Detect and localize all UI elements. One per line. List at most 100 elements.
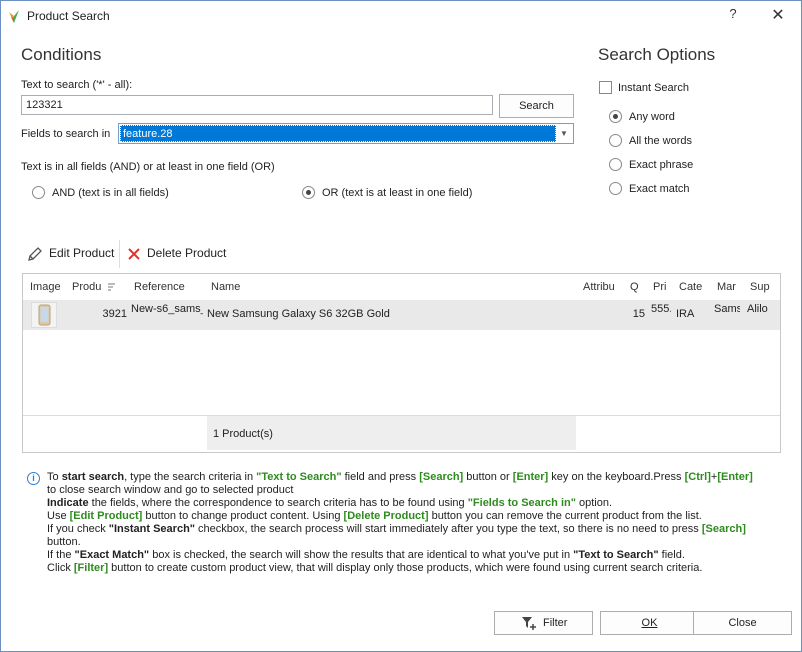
column-header-quantity[interactable]: Q [630, 281, 640, 293]
table-row[interactable]: 3921 New-s6_sams_ New Samsung Galaxy S6 … [23, 300, 780, 330]
column-header-image[interactable]: Image [30, 281, 64, 293]
help-line: to close search window and go to selecte… [47, 484, 787, 497]
help-line: button. [47, 536, 787, 549]
all-words-label: All the words [629, 135, 692, 147]
help-text-fragment: Use [47, 510, 70, 522]
instant-search-checkbox[interactable] [599, 81, 612, 94]
logic-label: Text is in all fields (AND) or at least … [21, 161, 275, 173]
help-text-fragment: To [47, 471, 62, 483]
edit-product-button[interactable]: Edit Product [27, 243, 117, 267]
title-bar: Product Search ? ✕ [1, 1, 801, 31]
column-header-reference[interactable]: Reference [134, 281, 206, 293]
exact-match-radio[interactable] [609, 182, 622, 195]
help-keyword: [Filter] [73, 562, 109, 574]
help-text-fragment: button to change product content. Using [142, 510, 344, 522]
column-header-supplier[interactable]: Sup [750, 281, 776, 293]
app-logo-icon [9, 10, 19, 23]
text-to-search-label: Text to search ('*' - all): [21, 79, 133, 91]
help-text-lines: To start search, type the search criteri… [47, 471, 787, 575]
help-emphasis: "Text to Search" [573, 549, 659, 561]
cell-quantity: 15 [632, 308, 645, 320]
or-radio-label: OR (text is at least in one field) [322, 187, 473, 199]
conditions-heading: Conditions [21, 45, 102, 64]
cell-category: IRA [676, 308, 695, 320]
delete-product-button[interactable]: Delete Product [126, 243, 236, 267]
help-line: To start search, type the search criteri… [47, 471, 787, 484]
products-grid[interactable]: Image Produ Reference Name Attribu Q Pri… [22, 273, 781, 453]
help-keyword: [Edit Product] [69, 510, 143, 522]
cell-supplier: Alilo [747, 303, 768, 315]
phone-thumbnail-icon [38, 304, 51, 326]
filter-button[interactable]: Filter [494, 611, 593, 635]
search-options-heading: Search Options [598, 45, 716, 64]
cell-manufacturer: Sams [714, 303, 740, 315]
close-button[interactable]: Close [693, 611, 792, 635]
product-image [31, 302, 57, 328]
column-header-name[interactable]: Name [211, 281, 411, 293]
help-text-fragment: to close search window and go to selecte… [47, 484, 294, 496]
help-keyword: [Search] [419, 471, 464, 483]
exact-phrase-radio[interactable] [609, 158, 622, 171]
help-text-fragment: button you can remove the current produc… [428, 510, 702, 522]
help-text-fragment: checkbox, the search process will start … [195, 523, 702, 535]
window-close-button[interactable]: ✕ [767, 5, 789, 27]
all-words-radio[interactable] [609, 134, 622, 147]
filter-icon [522, 617, 536, 630]
help-text-fragment: box is checked, the search will show the… [149, 549, 574, 561]
help-button[interactable]: ? [723, 6, 743, 26]
help-keyword: "Text to Search" [256, 471, 342, 483]
help-keyword: [Enter] [512, 471, 549, 483]
filter-button-label: Filter [543, 617, 568, 629]
chevron-down-icon[interactable]: ▼ [557, 126, 571, 141]
help-line: If the "Exact Match" box is checked, the… [47, 549, 787, 562]
and-radio-label: AND (text is in all fields) [52, 187, 169, 199]
column-header-manufacturer[interactable]: Mar [717, 281, 741, 293]
column-header-product-id[interactable]: Produ [72, 281, 104, 293]
help-emphasis: start search [61, 471, 125, 483]
help-line: Indicate the fields, where the correspon… [47, 497, 787, 510]
search-text-input[interactable]: 123321 [21, 95, 493, 115]
help-text-fragment: option. [575, 497, 613, 509]
exact-match-label: Exact match [629, 183, 690, 195]
or-radio[interactable] [302, 186, 315, 199]
exact-phrase-label: Exact phrase [629, 159, 694, 171]
delete-x-icon [128, 248, 140, 260]
help-text-fragment: , type the search criteria in [124, 471, 257, 483]
cell-reference: New-s6_sams_ [131, 303, 203, 315]
product-count: 1 Product(s) [213, 428, 273, 440]
help-text-fragment: button. [47, 536, 81, 548]
column-header-category[interactable]: Cate [679, 281, 707, 293]
pencil-icon [28, 247, 42, 261]
help-line: Click [Filter] button to create custom p… [47, 562, 787, 575]
help-keyword: [Delete Product] [343, 510, 429, 522]
help-line: Use [Edit Product] button to change prod… [47, 510, 787, 523]
info-icon: i [27, 472, 40, 485]
help-text-fragment: field and press [341, 471, 420, 483]
help-text-fragment: If you check [47, 523, 109, 535]
help-text-fragment: If the [47, 549, 75, 561]
instant-search-label: Instant Search [618, 82, 689, 94]
edit-product-label: Edit Product [49, 246, 115, 260]
window-title: Product Search [27, 9, 110, 23]
any-word-radio[interactable] [609, 110, 622, 123]
fields-to-search-combo[interactable]: feature.28 ▼ [118, 123, 574, 144]
and-radio[interactable] [32, 186, 45, 199]
help-keyword: [Ctrl] [684, 471, 711, 483]
help-text-fragment: Click [47, 562, 74, 574]
help-emphasis: Indicate [47, 497, 89, 509]
fields-selected-value: feature.28 [120, 125, 556, 142]
ok-button[interactable]: OK [600, 611, 699, 635]
search-button[interactable]: Search [499, 94, 574, 118]
column-header-price[interactable]: Pri [653, 281, 671, 293]
help-text-fragment: button to create custom product view, th… [108, 562, 703, 574]
fields-to-search-label: Fields to search in [21, 128, 111, 140]
ok-button-label: OK [641, 617, 658, 629]
grid-footer: 1 Product(s) [207, 416, 576, 450]
help-text-fragment: key on the keyboard.Press [548, 471, 685, 483]
product-search-dialog: Product Search ? ✕ Conditions Text to se… [0, 0, 802, 652]
help-line: If you check "Instant Search" checkbox, … [47, 523, 787, 536]
column-header-attribute[interactable]: Attribu [583, 281, 621, 293]
help-emphasis: "Exact Match" [74, 549, 150, 561]
help-emphasis: "Instant Search" [108, 523, 195, 535]
help-text-fragment: button or [463, 471, 513, 483]
